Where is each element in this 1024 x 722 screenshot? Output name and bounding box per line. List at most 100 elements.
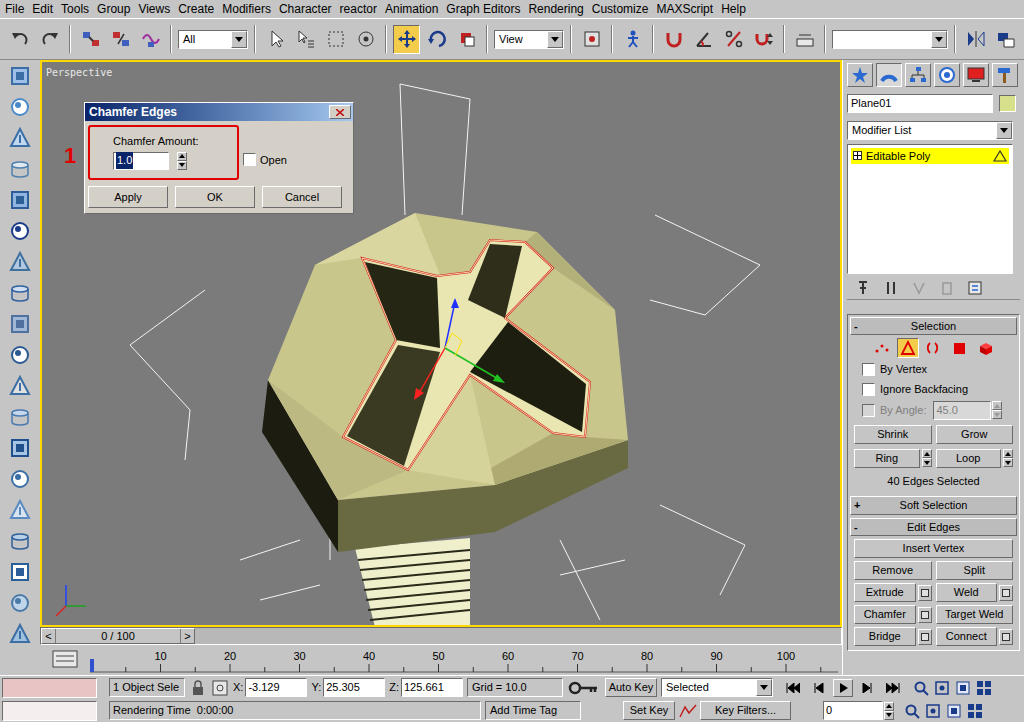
playback-button[interactable]	[783, 679, 803, 697]
toolbar-button[interactable]	[690, 25, 717, 54]
settings-button[interactable]	[918, 585, 932, 601]
rollout-header[interactable]: -Edit Edges	[850, 518, 1017, 537]
coordinate-field[interactable]: Z:125.661	[389, 678, 463, 697]
command-icon[interactable]	[8, 343, 32, 367]
toolbar-button[interactable]	[322, 25, 349, 54]
dropdown-arrow[interactable]	[547, 31, 563, 48]
settings-button[interactable]	[999, 629, 1013, 645]
command-icon[interactable]	[8, 591, 32, 615]
menu-item[interactable]: Tools	[57, 0, 93, 18]
playback-button[interactable]	[808, 679, 828, 697]
transform-gizmo-icon[interactable]	[414, 298, 505, 400]
stack-tool-icon[interactable]	[911, 280, 927, 296]
close-button[interactable]	[329, 105, 351, 119]
key-icon[interactable]	[567, 679, 601, 697]
playback-button[interactable]	[833, 679, 853, 697]
add-time-tag[interactable]: Add Time Tag	[485, 701, 581, 720]
current-frame-field[interactable]: 0	[823, 701, 883, 720]
navigation-icon[interactable]	[955, 680, 971, 696]
subobject-level-button[interactable]	[897, 338, 919, 358]
menu-item[interactable]: Character	[275, 0, 336, 18]
toolbar-button[interactable]	[77, 25, 104, 54]
command-icon[interactable]	[8, 560, 32, 584]
toolbar-button[interactable]	[292, 25, 319, 54]
panel-button[interactable]: Loop	[936, 449, 1002, 468]
menu-item[interactable]: Animation	[381, 0, 442, 18]
settings-button[interactable]	[999, 585, 1013, 601]
command-icon[interactable]	[8, 157, 32, 181]
spinner[interactable]	[884, 702, 894, 720]
menu-item[interactable]: Customize	[588, 0, 653, 18]
panel-button[interactable]: Chamfer	[854, 605, 916, 624]
spinner[interactable]	[922, 449, 932, 467]
open-option[interactable]: Open	[243, 152, 287, 181]
toolbar-button[interactable]	[107, 25, 134, 54]
dialog-title-bar[interactable]: Chamfer Edges	[85, 103, 353, 121]
key-filter-icon[interactable]	[679, 703, 697, 719]
viewport[interactable]: Perspective1Chamfer EdgesChamfer Amount:…	[40, 60, 842, 627]
toolbar-dropdown[interactable]	[832, 30, 948, 49]
dropdown-arrow[interactable]	[931, 31, 947, 48]
command-icon[interactable]	[8, 64, 32, 88]
panel-button[interactable]: Remove	[854, 561, 932, 580]
panel-button[interactable]: Weld	[936, 583, 998, 602]
command-icon[interactable]	[8, 436, 32, 460]
navigation-icon[interactable]	[934, 680, 950, 696]
panel-button[interactable]: Split	[936, 561, 1014, 580]
toolbar-button[interactable]	[423, 25, 450, 54]
checkbox[interactable]	[862, 404, 875, 417]
subobject-level-button[interactable]	[871, 338, 893, 358]
menu-item[interactable]: Modifiers	[218, 0, 275, 18]
toolbar-button[interactable]	[660, 25, 687, 54]
prev-frame-button[interactable]: <	[42, 629, 56, 643]
time-slider[interactable]: <0 / 100>	[40, 627, 842, 645]
subobject-level-button[interactable]	[949, 338, 971, 358]
coordinate-field[interactable]: X:-3.129	[233, 678, 307, 697]
toolbar-dropdown[interactable]: View	[494, 30, 564, 49]
settings-button[interactable]	[918, 607, 932, 623]
object-name-field[interactable]: Plane01	[847, 94, 993, 113]
spinner[interactable]	[992, 401, 1002, 419]
absolute-mode-icon[interactable]	[211, 679, 229, 697]
navigation-icon[interactable]	[967, 703, 983, 719]
stack-item[interactable]: Editable Poly	[851, 148, 1009, 165]
playback-button[interactable]	[858, 679, 878, 697]
settings-button[interactable]	[918, 629, 932, 645]
command-panel-tab[interactable]	[992, 63, 1018, 87]
toolbar-button[interactable]	[720, 25, 747, 54]
panel-button[interactable]: Grow	[936, 425, 1014, 444]
command-panel-tab[interactable]	[847, 63, 873, 87]
navigation-icon[interactable]	[904, 703, 920, 719]
set-key-button[interactable]: Set Key	[623, 701, 675, 720]
selection-option[interactable]: Ignore Backfacing	[854, 381, 1013, 398]
coordinate-field[interactable]: Y:25.305	[311, 678, 385, 697]
dropdown-arrow[interactable]	[756, 679, 772, 696]
navigation-icon[interactable]	[925, 703, 941, 719]
curve-editor-button[interactable]	[40, 645, 90, 673]
command-icon[interactable]	[8, 467, 32, 491]
toolbar-button[interactable]	[578, 25, 605, 54]
dialog-button[interactable]: OK	[175, 186, 255, 208]
viewport-label[interactable]: Perspective	[46, 65, 112, 80]
toolbar-button[interactable]	[750, 25, 777, 54]
command-icon[interactable]	[8, 188, 32, 212]
dialog-button[interactable]: Apply	[88, 186, 168, 208]
track-ruler[interactable]: 102030405060708090100	[90, 645, 838, 673]
panel-button[interactable]: Ring	[854, 449, 920, 468]
maxscript-output[interactable]	[2, 701, 97, 721]
angle-field[interactable]: 45.0	[933, 401, 991, 420]
toolbar-button[interactable]	[1022, 25, 1024, 54]
chamfer-amount-field[interactable]: 1.0	[113, 152, 169, 170]
toolbar-button[interactable]	[619, 25, 646, 54]
command-icon[interactable]	[8, 405, 32, 429]
rollout-header[interactable]: -Selection	[850, 317, 1017, 336]
toolbar-button[interactable]	[6, 25, 33, 54]
command-panel-tab[interactable]	[876, 63, 902, 87]
menu-item[interactable]: File	[1, 0, 28, 18]
rollout-header[interactable]: +Soft Selection	[850, 496, 1017, 515]
command-icon[interactable]	[8, 95, 32, 119]
command-panel-tab[interactable]	[905, 63, 931, 87]
dropdown-arrow[interactable]	[231, 31, 247, 48]
selection-option[interactable]: By Angle:45.0	[854, 401, 1013, 420]
toolbar-button[interactable]	[352, 25, 379, 54]
